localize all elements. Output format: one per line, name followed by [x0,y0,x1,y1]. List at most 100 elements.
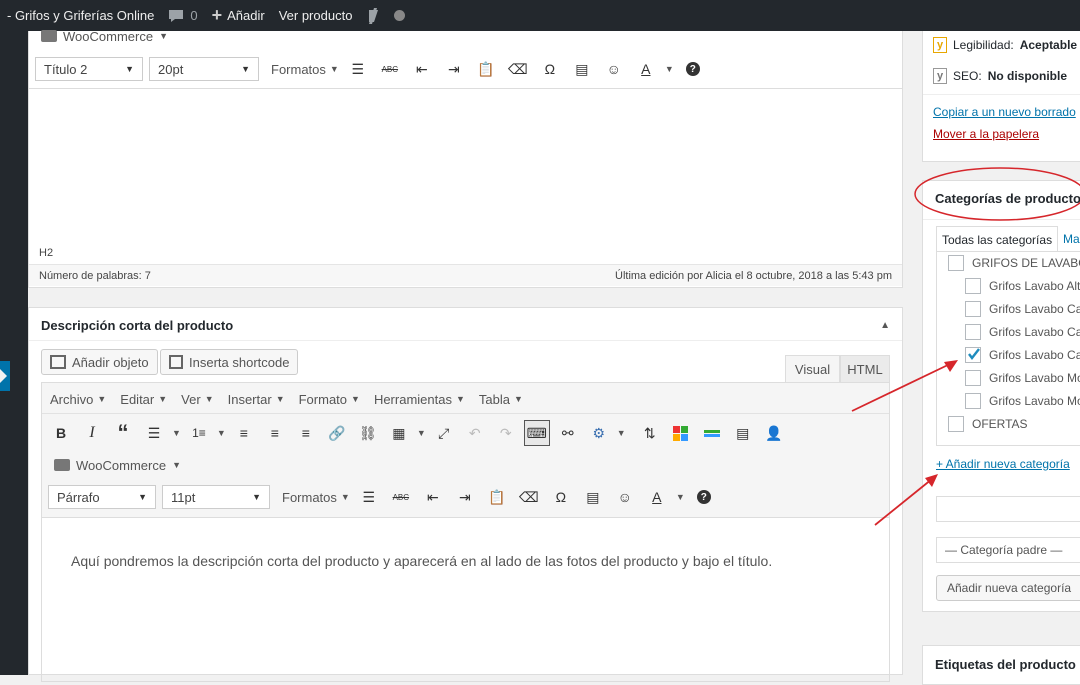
category-item[interactable]: GRIFOS DE LAVABO [937,252,1080,274]
font-size-select-2[interactable]: 11pt ▼ [162,485,270,509]
woocommerce-menu[interactable]: WooCommerce ▼ [41,28,168,44]
align-center-icon[interactable]: ≡ [262,420,288,446]
help-icon[interactable]: ? [680,56,706,82]
import-icon[interactable]: ⇅ [637,420,663,446]
align-right-icon[interactable]: ≡ [293,420,319,446]
tab-html[interactable]: HTML [840,355,890,382]
category-item[interactable]: Grifos Lavabo Ca [937,297,1080,320]
chevron-down-icon[interactable]: ▼ [217,428,226,438]
add-category-button[interactable]: Añadir nueva categoría [936,575,1080,601]
align-left-icon[interactable]: ≡ [231,420,257,446]
bullet-list-icon[interactable]: ☰ [141,420,167,446]
checkbox[interactable] [965,323,981,340]
menu-insertar[interactable]: Insertar ▼ [228,392,285,407]
menu-herramientas[interactable]: Herramientas ▼ [374,392,465,407]
eraser-icon[interactable]: ⌫ [516,484,542,510]
menu-formato[interactable]: Formato ▼ [299,392,360,407]
redo-icon[interactable]: ↷ [493,420,519,446]
readmore-icon[interactable]: ▤ [580,484,606,510]
category-item[interactable]: Grifos Lavabo Ca [937,320,1080,343]
yoast-menu[interactable] [359,0,412,31]
strikethrough-icon[interactable]: ABC [388,484,414,510]
menu-archivo[interactable]: Archivo ▼ [50,392,106,407]
justify-icon[interactable]: ☰ [356,484,382,510]
color-grid-icon[interactable] [668,420,694,446]
tab-all-categories[interactable]: Todas las categorías [936,226,1059,252]
parent-category-select[interactable]: — Categoría padre — [936,537,1080,563]
category-item[interactable]: Grifos Lavabo Alt [937,274,1080,297]
copy-draft-link[interactable]: Copiar a un nuevo borrado [933,105,1076,119]
category-item[interactable]: Grifos Lavabo Mo [937,389,1080,412]
chevron-down-icon[interactable]: ▼ [172,428,181,438]
insert-shortcode-button[interactable]: Inserta shortcode [160,349,299,375]
find-icon[interactable]: ⚯ [555,420,581,446]
view-product-link[interactable]: Ver producto [272,0,360,31]
short-description-content[interactable]: Aquí pondremos la descripción corta del … [71,553,871,569]
woocommerce-menu-2[interactable]: WooCommerce ▼ [54,453,181,477]
strikethrough-icon[interactable]: ABC [377,56,403,82]
chevron-down-icon[interactable]: ▼ [417,428,426,438]
indent-icon[interactable]: ⇥ [441,56,467,82]
checkbox[interactable] [965,369,981,386]
checkbox[interactable] [948,415,964,432]
gear-icon[interactable]: ⚙ [586,420,612,446]
formats-menu[interactable]: Formatos ▼ [271,62,339,77]
comments-link[interactable]: 0 [161,0,204,31]
add-new-link[interactable]: + Añadir [205,0,272,31]
category-item[interactable]: Grifos Lavabo Mo [937,366,1080,389]
outdent-icon[interactable]: ⇤ [420,484,446,510]
help-icon[interactable]: ? [691,484,717,510]
emoji-icon[interactable]: ☺ [612,484,638,510]
menu-tabla[interactable]: Tabla ▼ [479,392,523,407]
fullscreen-icon[interactable]: ⤢ [431,420,457,446]
tab-most-used[interactable]: Ma [1063,226,1080,252]
indent-icon[interactable]: ⇥ [452,484,478,510]
undo-icon[interactable]: ↶ [462,420,488,446]
bold-icon[interactable]: B [48,420,74,446]
eraser-icon[interactable]: ⌫ [505,56,531,82]
numbered-list-icon[interactable]: 1≡ [186,420,212,446]
user-icon[interactable]: 👤 [761,420,787,446]
heading-select[interactable]: Título 2 ▼ [35,57,143,81]
unlink-icon[interactable]: ⛓ [355,420,381,446]
table-icon[interactable]: ▦ [386,420,412,446]
checkbox[interactable] [965,392,981,409]
new-category-input[interactable] [936,496,1080,522]
toolbar-toggle-icon[interactable]: ⌨ [523,420,550,446]
move-to-trash-link[interactable]: Mover a la papelera [933,127,1039,141]
category-item[interactable]: OFERTAS [937,412,1080,435]
add-category-link[interactable]: + Añadir nueva categoría [936,457,1070,471]
checkbox-checked[interactable] [965,346,981,363]
checkbox[interactable] [965,300,981,317]
chevron-down-icon[interactable]: ▼ [617,428,626,438]
checkbox[interactable] [965,277,981,294]
italic-icon[interactable]: I [79,420,105,446]
outdent-icon[interactable]: ⇤ [409,56,435,82]
paste-text-icon[interactable]: 📋 [473,56,499,82]
text-color-icon[interactable]: A [644,484,670,510]
site-name-link[interactable]: - Grifos y Griferías Online [0,0,161,31]
formats-menu-2[interactable]: Formatos ▼ [282,490,350,505]
menu-ver[interactable]: Ver ▼ [181,392,213,407]
readmore-icon[interactable]: ▤ [569,56,595,82]
blockquote-icon[interactable]: “ [110,420,136,446]
collapse-arrow-icon[interactable]: ▲ [880,320,890,331]
paste-text-icon[interactable]: 📋 [484,484,510,510]
add-object-button[interactable]: Añadir objeto [41,349,158,375]
link-icon[interactable]: 🔗 [324,420,350,446]
justify-icon[interactable]: ☰ [345,56,371,82]
font-size-select[interactable]: 20pt ▼ [149,57,259,81]
emoji-icon[interactable]: ☺ [601,56,627,82]
text-color-icon[interactable]: A [633,56,659,82]
category-item[interactable]: Grifos Lavabo Ca [937,343,1080,366]
omega-icon[interactable]: Ω [548,484,574,510]
chevron-down-icon[interactable]: ▼ [676,492,685,502]
tab-visual[interactable]: Visual [785,355,840,382]
chevron-down-icon[interactable]: ▼ [665,64,674,74]
paragraph-select[interactable]: Párrafo ▼ [48,485,156,509]
layers-icon[interactable] [699,420,725,446]
omega-icon[interactable]: Ω [537,56,563,82]
checkbox[interactable] [948,255,964,271]
list-box-icon[interactable]: ▤ [730,420,756,446]
menu-editar[interactable]: Editar ▼ [120,392,167,407]
